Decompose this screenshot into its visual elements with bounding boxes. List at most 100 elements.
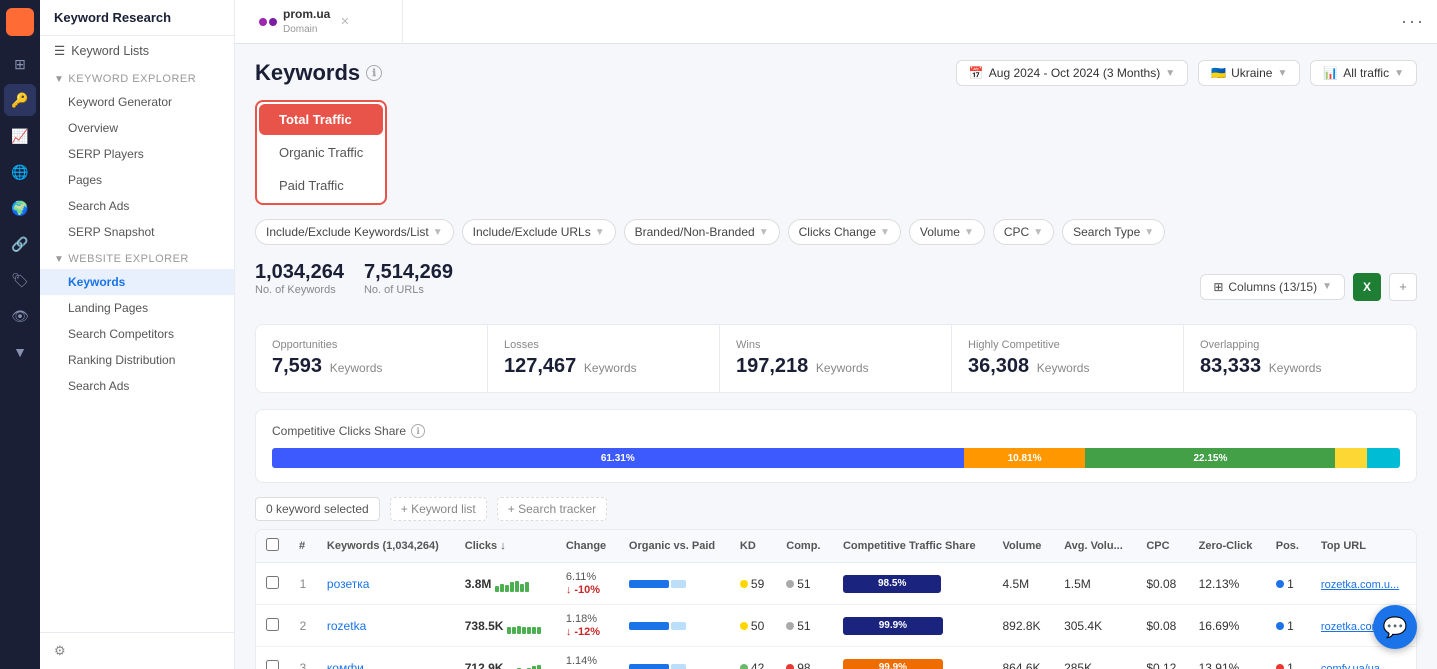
search-tracker-button[interactable]: + Search tracker <box>497 497 607 521</box>
sidebar-item-search-ads[interactable]: Search Ads <box>40 373 234 399</box>
domain-topbar: rozetka.com.ua Domain ✕ VS. comfy.ua Dom… <box>235 0 1437 44</box>
sidebar-item-search-competitors[interactable]: Search Competitors <box>40 321 234 347</box>
nav-icon-chart[interactable]: 📈 <box>4 120 36 152</box>
filter-btn-volume[interactable]: Volume▼ <box>909 219 985 245</box>
traffic-type-button[interactable]: 📊 All traffic ▼ <box>1310 60 1417 86</box>
filter-label: Include/Exclude URLs <box>473 225 591 239</box>
keyword-link[interactable]: rozetka <box>327 619 366 633</box>
sidebar-item-ranking-distribution[interactable]: Ranking Distribution <box>40 347 234 373</box>
nav-icon-world[interactable]: 🌍 <box>4 192 36 224</box>
select-all-checkbox[interactable] <box>266 538 279 551</box>
pos-value: 1 <box>1287 577 1294 591</box>
row-avg-vol: 1.5M <box>1054 563 1136 605</box>
row-clicks: 3.8M <box>455 563 556 605</box>
nav-icon-keywords[interactable]: 🔑 <box>4 84 36 116</box>
row-checkbox[interactable] <box>266 618 279 631</box>
domain-close-icon[interactable]: ✕ <box>340 15 349 28</box>
sidebar-item-landing-pages[interactable]: Landing Pages <box>40 295 234 321</box>
nav-icon-tag[interactable]: 🏷 <box>4 264 36 296</box>
card-value: 197,218 <box>736 355 808 377</box>
collapse-arrow-icon: ▼ <box>54 74 64 85</box>
chat-bubble-button[interactable]: 💬 <box>1373 605 1417 649</box>
row-top-url: comfy.ua/ua <box>1311 647 1416 669</box>
pos-value: 1 <box>1287 661 1294 669</box>
filter-btn-include-exclude-urls[interactable]: Include/Exclude URLs ▼ <box>462 219 616 245</box>
card-label: Highly Competitive <box>968 339 1167 351</box>
row-keyword: комфи <box>317 647 455 669</box>
row-change: 6.11% ↓ -10% <box>556 563 619 605</box>
bar-segment <box>1335 448 1367 468</box>
card-value: 83,333 <box>1200 355 1261 377</box>
sidebar-item-serp-snapshot[interactable]: SERP Snapshot <box>40 219 234 245</box>
filter-btn-cpc[interactable]: CPC▼ <box>993 219 1054 245</box>
top-url-link[interactable]: rozetka.com.u... <box>1321 579 1399 591</box>
card-unit: Keywords <box>330 361 383 375</box>
nav-icon-globe[interactable]: 🌐 <box>4 156 36 188</box>
row-num: 1 <box>289 563 317 605</box>
spark-bar <box>512 627 516 634</box>
filter-chevron-icon: ▼ <box>759 227 769 238</box>
nav-icon-home[interactable]: ⊞ <box>4 48 36 80</box>
nav-icon-filter[interactable]: ▼ <box>4 336 36 368</box>
filter-btn-search-type[interactable]: Search Type▼ <box>1062 219 1165 245</box>
export-excel-button[interactable]: X <box>1353 273 1381 301</box>
sidebar-item-overview[interactable]: Overview <box>40 115 234 141</box>
domain-tab-prom.ua[interactable]: prom.ua Domain ✕ <box>247 0 403 44</box>
add-column-button[interactable]: + <box>1389 273 1417 301</box>
stat-urls-value: 7,514,269 <box>364 261 453 284</box>
spark-bar <box>507 627 511 634</box>
col-header-checkbox <box>256 530 289 563</box>
sidebar-group-website-explorer[interactable]: ▼ Website Explorer <box>40 245 234 269</box>
columns-button[interactable]: ⊞ Columns (13/15) ▼ <box>1200 274 1345 300</box>
country-button[interactable]: 🇺🇦 Ukraine ▼ <box>1198 60 1300 86</box>
row-checkbox[interactable] <box>266 660 279 669</box>
card-unit: Keywords <box>584 361 637 375</box>
nav-icon-link[interactable]: 🔗 <box>4 228 36 260</box>
sidebar-item-keyword-lists[interactable]: ☰ Keyword Lists <box>40 36 234 65</box>
keywords-title-group: Keywords ℹ <box>255 60 382 86</box>
comp-traffic-bar-container: 98.5% <box>843 575 943 593</box>
stats-and-controls: 1,034,264 No. of Keywords 7,514,269 No. … <box>255 261 1417 312</box>
sidebar-item-keywords[interactable]: Keywords <box>40 269 234 295</box>
main-area: rozetka.com.ua Domain ✕ VS. comfy.ua Dom… <box>235 0 1437 669</box>
filter-btn-branded-non-branded[interactable]: Branded/Non-Branded▼ <box>624 219 780 245</box>
sidebar-item-search-ads[interactable]: Search Ads <box>40 193 234 219</box>
sidebar-item-serp-players[interactable]: SERP Players <box>40 141 234 167</box>
sidebar-group-keyword-explorer[interactable]: ▼ Keyword Explorer <box>40 65 234 89</box>
settings-gear-icon[interactable]: ⚙ <box>54 643 66 658</box>
keyword-link[interactable]: розетка <box>327 577 370 591</box>
website-explorer-group-label: Website Explorer <box>68 253 188 265</box>
more-options-button[interactable]: ··· <box>1401 11 1425 32</box>
clicks-share-info-icon[interactable]: ℹ <box>411 424 425 438</box>
app-logo[interactable] <box>6 8 34 36</box>
traffic-chevron-icon: ▼ <box>1394 68 1404 79</box>
filter-chevron-icon: ▼ <box>880 227 890 238</box>
row-avg-vol: 285K <box>1054 647 1136 669</box>
paid-bar <box>671 622 686 630</box>
col-header-clicks[interactable]: Clicks ↓ <box>455 530 556 563</box>
spark-bar <box>527 627 531 634</box>
filter-chevron-icon: ▼ <box>595 227 605 238</box>
sidebar-item-keyword-generator[interactable]: Keyword Generator <box>40 89 234 115</box>
keyword-list-button[interactable]: + Keyword list <box>390 497 487 521</box>
filter-btn-clicks-change[interactable]: Clicks Change▼ <box>788 219 901 245</box>
spark-bar <box>505 585 509 592</box>
traffic-tab-paid-traffic[interactable]: Paid Traffic <box>259 170 383 201</box>
nav-icon-eye[interactable]: 👁 <box>4 300 36 332</box>
row-change: 1.18% ↓ -12% <box>556 605 619 647</box>
row-kd: 42 <box>730 647 776 669</box>
info-icon[interactable]: ℹ <box>366 65 382 81</box>
sidebar-item-pages[interactable]: Pages <box>40 167 234 193</box>
date-range-button[interactable]: 📅 Aug 2024 - Oct 2024 (3 Months) ▼ <box>956 60 1188 86</box>
top-url-link[interactable]: comfy.ua/ua <box>1321 663 1380 669</box>
row-volume: 864.6K <box>993 647 1055 669</box>
keyword-link[interactable]: комфи <box>327 661 364 669</box>
row-num: 2 <box>289 605 317 647</box>
traffic-tab-total-traffic[interactable]: Total Traffic <box>259 104 383 135</box>
row-checkbox[interactable] <box>266 576 279 589</box>
spark-bar <box>515 581 519 592</box>
traffic-tab-organic-traffic[interactable]: Organic Traffic <box>259 137 383 168</box>
filter-btn-include-exclude-keywords-list[interactable]: Include/Exclude Keywords/List▼ <box>255 219 454 245</box>
card-label: Wins <box>736 339 935 351</box>
columns-label: Columns (13/15) <box>1228 280 1317 294</box>
